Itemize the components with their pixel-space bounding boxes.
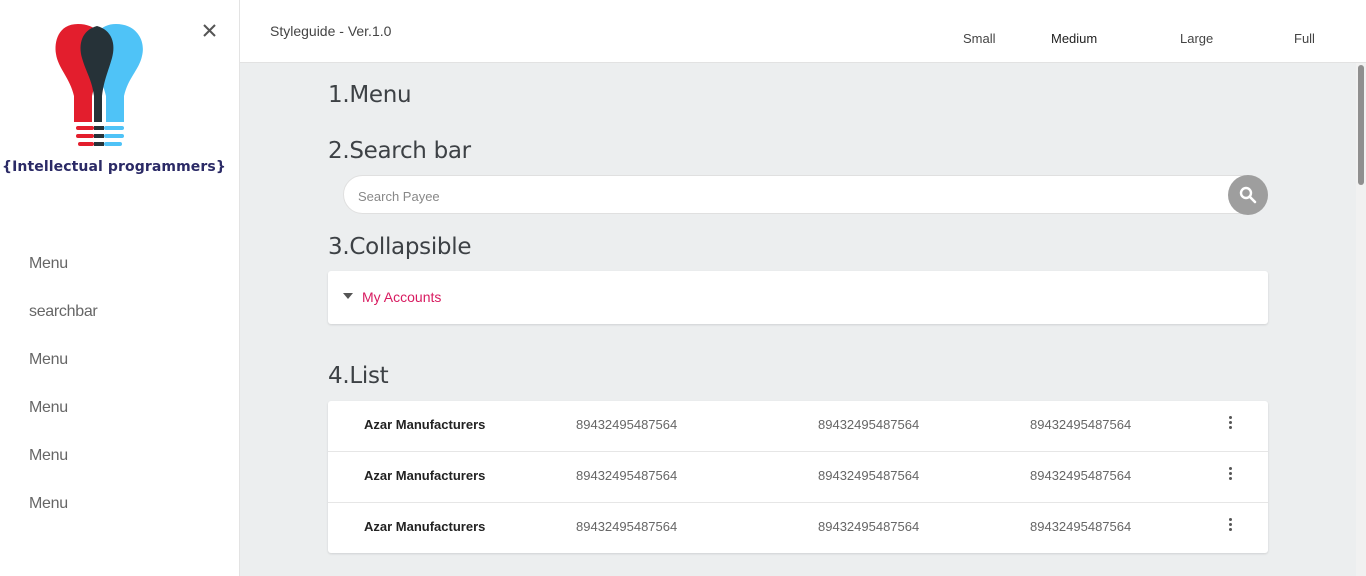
- more-vert-icon[interactable]: [1226, 416, 1234, 434]
- more-vert-icon[interactable]: [1226, 467, 1234, 485]
- sidebar-item-menu[interactable]: Menu: [0, 240, 239, 288]
- sidebar-item-menu[interactable]: Menu: [0, 336, 239, 384]
- list-item-value: 89432495487564: [576, 468, 678, 483]
- search-input[interactable]: [356, 185, 1220, 207]
- collapsible-header[interactable]: My Accounts: [328, 271, 1268, 324]
- list-item-name: Azar Manufacturers: [364, 468, 486, 483]
- collapsible-label: My Accounts: [362, 289, 442, 305]
- list-item-value: 89432495487564: [1030, 417, 1132, 432]
- scrollbar[interactable]: [1356, 63, 1366, 576]
- list-item[interactable]: Azar Manufacturers 89432495487564 894324…: [328, 401, 1268, 452]
- header: Styleguide - Ver.1.0 Small Medium Large …: [240, 0, 1366, 63]
- list-item-value: 89432495487564: [818, 468, 920, 483]
- scrollbar-thumb[interactable]: [1358, 65, 1364, 185]
- logo: {Intellectual programmers}: [0, 18, 226, 183]
- lightbulb-logo-icon: [55, 24, 143, 146]
- list-item-value: 89432495487564: [818, 519, 920, 534]
- list-item-value: 89432495487564: [576, 417, 678, 432]
- list-item[interactable]: Azar Manufacturers 89432495487564 894324…: [328, 503, 1268, 554]
- sidebar-item-searchbar[interactable]: searchbar: [0, 288, 239, 336]
- sidebar: {Intellectual programmers} Menu searchba…: [0, 0, 240, 576]
- list-item-name: Azar Manufacturers: [364, 519, 486, 534]
- section-title-menu: 1.Menu: [328, 82, 412, 108]
- sidebar-item-menu[interactable]: Menu: [0, 384, 239, 432]
- section-title-search: 2.Search bar: [328, 138, 471, 164]
- caret-down-icon: [343, 293, 353, 299]
- list-item-value: 89432495487564: [818, 417, 920, 432]
- list-item-value: 89432495487564: [1030, 468, 1132, 483]
- logo-text: {Intellectual programmers}: [2, 159, 226, 175]
- section-title-list: 4.List: [328, 363, 389, 389]
- section-title-collapsible: 3.Collapsible: [328, 234, 472, 260]
- more-vert-icon[interactable]: [1226, 518, 1234, 536]
- sidebar-item-menu[interactable]: Menu: [0, 432, 239, 480]
- list-item-value: 89432495487564: [1030, 519, 1132, 534]
- list: Azar Manufacturers 89432495487564 894324…: [328, 401, 1268, 553]
- list-item[interactable]: Azar Manufacturers 89432495487564 894324…: [328, 452, 1268, 503]
- size-option-large[interactable]: Large: [1180, 31, 1213, 46]
- close-icon[interactable]: [199, 20, 221, 42]
- sidebar-item-menu[interactable]: Menu: [0, 480, 239, 528]
- size-option-medium[interactable]: Medium: [1051, 31, 1097, 46]
- list-item-name: Azar Manufacturers: [364, 417, 486, 432]
- page-title: Styleguide - Ver.1.0: [270, 23, 392, 39]
- list-item-value: 89432495487564: [576, 519, 678, 534]
- size-option-full[interactable]: Full: [1294, 31, 1315, 46]
- search-button[interactable]: [1228, 175, 1268, 215]
- search-icon: [1239, 186, 1257, 204]
- sidebar-menu: Menu searchbar Menu Menu Menu Menu: [0, 240, 239, 528]
- size-option-small[interactable]: Small: [963, 31, 996, 46]
- search-bar: [343, 175, 1268, 215]
